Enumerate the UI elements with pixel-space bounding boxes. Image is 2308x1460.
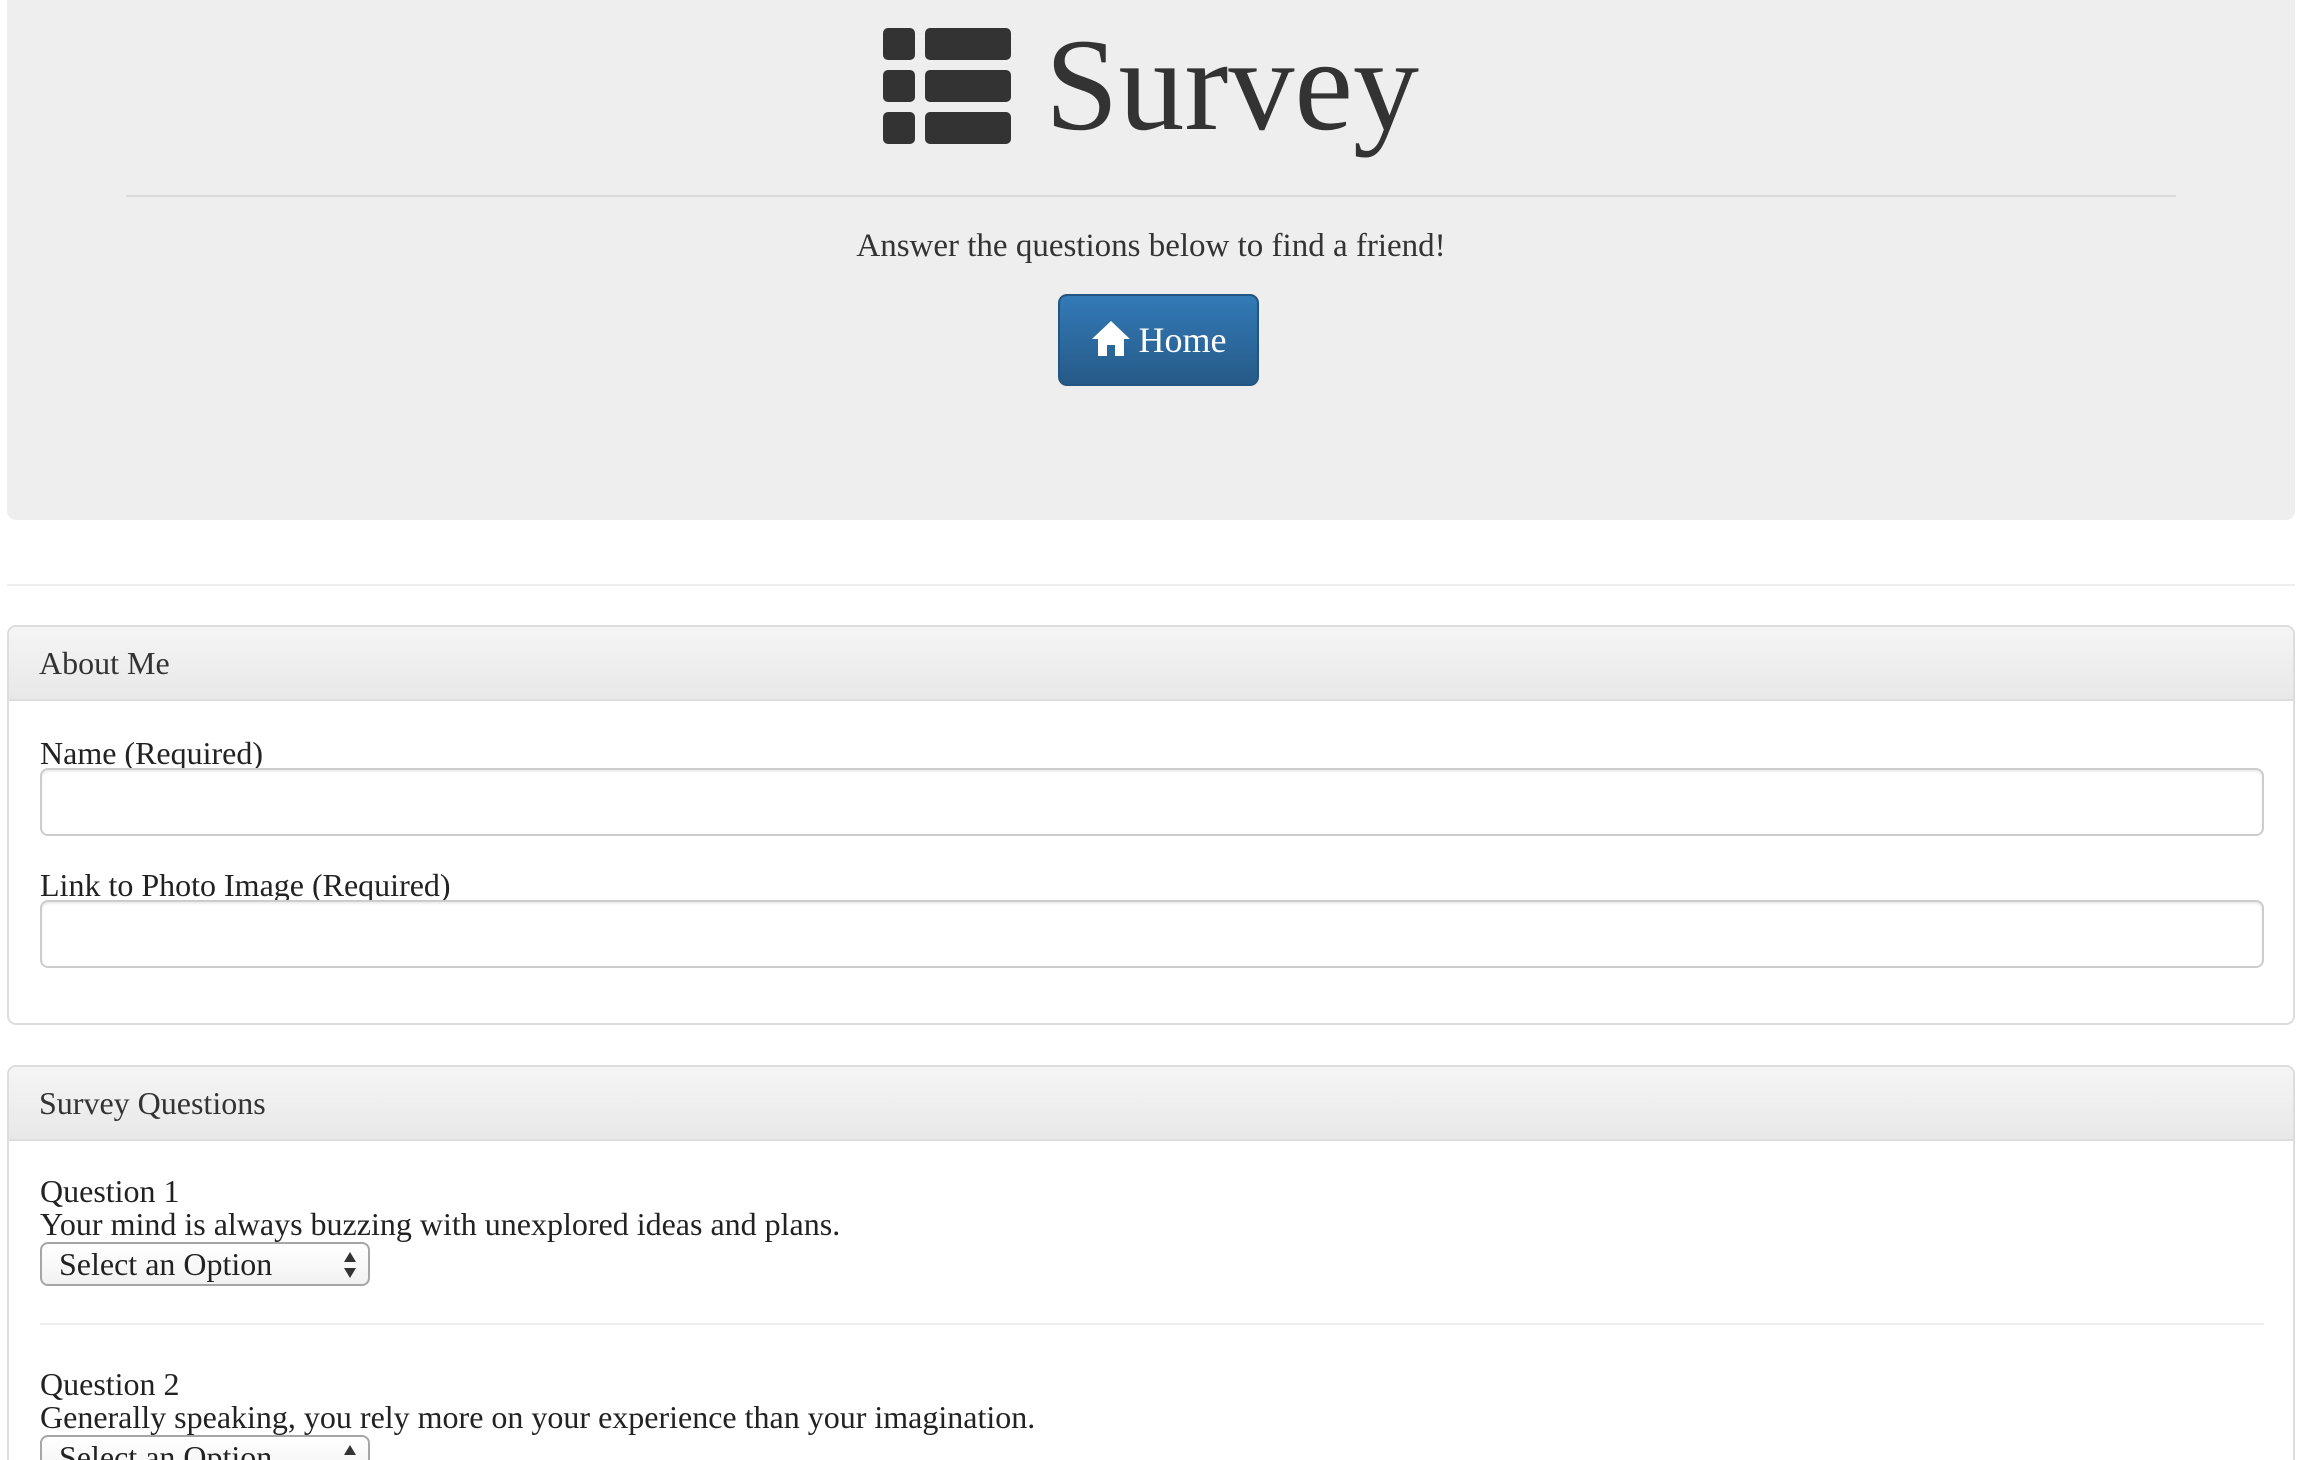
name-input[interactable] [40,768,2264,836]
question-1-text: Your mind is always buzzing with unexplo… [40,1206,841,1242]
question-2-number: Question 2 [40,1366,180,1402]
photo-link-label: Link to Photo Image (Required) [40,867,451,903]
jumbotron-divider [126,195,2176,197]
question-1-select[interactable]: Select an Option [40,1242,370,1286]
survey-questions-panel: Survey Questions Question 1 Your mind is… [7,1065,2295,1460]
select-arrows-icon [344,1445,356,1455]
title-text: Survey [1045,11,1419,158]
select-arrows-icon [344,1252,356,1278]
photo-link-input[interactable] [40,900,2264,968]
survey-page: Survey Answer the questions below to fin… [0,0,2308,1460]
question-divider [40,1323,2264,1325]
question-2-selected-value: Select an Option [59,1439,273,1460]
subtitle: Answer the questions below to find a fri… [856,228,1446,264]
page-title: Survey [7,18,2295,158]
survey-questions-heading: Survey Questions [9,1067,2293,1141]
question-2-select[interactable]: Select an Option [40,1435,370,1460]
jumbotron: Survey Answer the questions below to fin… [7,0,2295,520]
page-divider [7,584,2295,586]
home-icon [1091,321,1130,356]
home-button[interactable]: Home [1058,294,1259,386]
about-me-heading: About Me [9,627,2293,701]
about-me-panel: About Me Name (Required) Link to Photo I… [7,625,2295,1025]
question-1-selected-value: Select an Option [59,1246,273,1282]
name-label: Name (Required) [40,735,264,771]
list-icon [883,28,1012,144]
home-button-label: Home [1138,320,1227,360]
question-1-number: Question 1 [40,1173,180,1209]
question-2-text: Generally speaking, you rely more on you… [40,1399,1036,1435]
